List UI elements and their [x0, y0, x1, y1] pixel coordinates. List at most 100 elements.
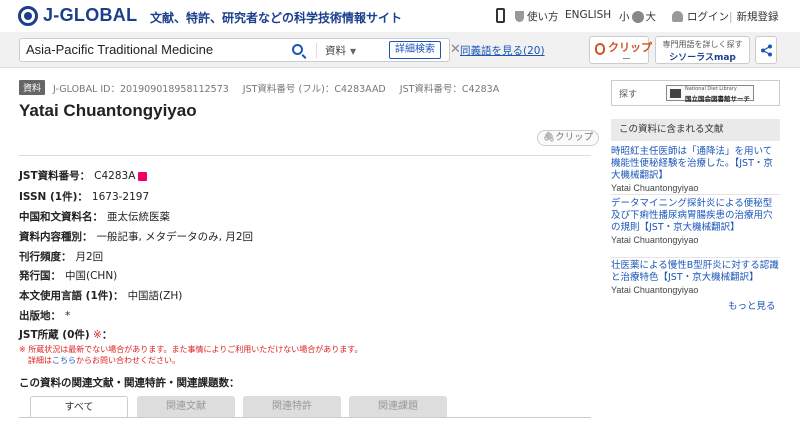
- more-link[interactable]: もっと見る: [728, 298, 776, 312]
- tab-related-projects[interactable]: 関連課題: [349, 396, 447, 418]
- logo-text: J-GLOBAL: [43, 5, 138, 25]
- field-value: 一般記事, メタデータのみ, 月2回: [96, 231, 254, 243]
- jglobal-id: J-GLOBAL ID：201909018958112573: [53, 83, 229, 95]
- clip-list-button[interactable]: クリップ ー: [589, 36, 652, 65]
- font-small-button[interactable]: 小: [619, 9, 630, 24]
- related-article-source: Yatai Chuantongyiyao: [611, 183, 699, 193]
- note-text: からお問い合わせください。: [76, 356, 180, 365]
- jst-full-number: JST資料番号 (フル)：C4283AAD: [242, 83, 386, 95]
- list-item: 時昭紅主任医師は「通降法」を用いて機能性便秘経験を治療した。【JST・京大機械翻…: [611, 146, 780, 193]
- site-tagline: 文献、特許、研究者などの科学技術情報サイト: [150, 11, 403, 25]
- clip-button-label: クリップ: [555, 132, 594, 143]
- field-content-type: 資料内容種別： 一般記事, メタデータのみ, 月2回: [19, 229, 253, 244]
- category-select[interactable]: 資料 ▼: [325, 43, 356, 58]
- field-language: 本文使用言語 (1件)： 中国語(ZH): [19, 288, 182, 303]
- ndl-search-box[interactable]: 探す National Diet Library 国立国会図書館サーチ: [611, 80, 780, 106]
- search-bar: 資料▼ 詳細検索 ✕ 同義語を見る(20) クリップ ー 専門用語を詳しく探す …: [0, 32, 800, 68]
- note-mark: ※: [93, 329, 102, 341]
- related-article-source: Yatai Chuantongyiyao: [611, 285, 699, 295]
- synonym-link[interactable]: 同義語を見る(20): [460, 43, 545, 58]
- field-value: 亜太伝統医薬: [107, 211, 170, 223]
- font-large-button[interactable]: 大: [646, 9, 657, 24]
- related-article-link[interactable]: データマイニング探針炎による便秘型及び下痢性播尿病胃腸疾患の治療用穴の規則【JS…: [611, 198, 780, 234]
- phone-icon: [496, 8, 505, 23]
- field-label: 刊行頻度：: [19, 251, 72, 263]
- search-box: 資料▼ 詳細検索 ✕: [19, 38, 461, 62]
- site-logo[interactable]: J-GLOBAL: [18, 5, 137, 26]
- search-icon[interactable]: [292, 44, 303, 55]
- user-icon: [672, 11, 683, 22]
- related-heading: この資料の関連文献・関連特許・関連課題数：: [19, 377, 240, 389]
- logo-icon: [18, 5, 38, 26]
- register-link[interactable]: 新規登録: [737, 9, 779, 24]
- tab-all[interactable]: すべて: [30, 396, 128, 418]
- note-line: ※ 所蔵状況は最新でない場合があります。また事情によりご利用いただけない場合があ…: [19, 345, 363, 354]
- field-value: ：: [101, 329, 113, 341]
- paperclip-icon: [595, 43, 605, 55]
- related-article-link[interactable]: 時昭紅主任医師は「通降法」を用いて機能性便秘経験を治療した。【JST・京大機械翻…: [611, 146, 780, 182]
- usage-label: 使い方: [527, 11, 559, 23]
- detail-search-button[interactable]: 詳細検索: [389, 41, 441, 59]
- holdings-note: ※ 所蔵状況は最新でない場合があります。また事情によりご利用いただけない場合があ…: [19, 344, 362, 366]
- ndl-label: 探す: [619, 90, 638, 100]
- record-meta: 資料 J-GLOBAL ID：201909018958112573 JST資料番…: [19, 80, 513, 95]
- ndl-logo: National Diet Library 国立国会図書館サーチ: [666, 85, 754, 103]
- login-link[interactable]: ログイン: [672, 9, 729, 24]
- thesaurus-subtitle: 専門用語を詳しく探す: [662, 40, 743, 49]
- tab-related-papers[interactable]: 関連文献: [137, 396, 235, 418]
- field-value: 中国(CHN): [65, 270, 118, 282]
- field-value: 月2回: [75, 251, 104, 263]
- thesaurus-map-button[interactable]: 専門用語を詳しく探す シソーラスmap: [655, 36, 750, 64]
- field-chinese-title: 中国和文資料名： 亜太伝統医薬: [19, 209, 170, 224]
- related-article-source: Yatai Chuantongyiyao: [611, 235, 699, 245]
- contact-link[interactable]: こちら: [52, 356, 76, 365]
- register-area: | 新規登録: [725, 9, 779, 24]
- mobile-button[interactable]: [496, 8, 505, 23]
- field-label: 資料内容種別：: [19, 231, 93, 243]
- clip-button[interactable]: 🖇クリップ: [537, 130, 600, 146]
- field-label: JST所蔵 (0件): [19, 329, 90, 341]
- note-text: 詳細は: [28, 356, 52, 365]
- field-label: 発行国：: [19, 270, 61, 282]
- field-jst-number: JST資料番号： C4283A: [19, 168, 148, 183]
- chevron-down-icon: ▼: [350, 47, 357, 56]
- field-value: 中国語(ZH): [127, 290, 183, 302]
- field-label: 本文使用言語 (1件)：: [19, 290, 124, 302]
- tab-related-patents[interactable]: 関連特許: [243, 396, 341, 418]
- search-icon[interactable]: [138, 171, 148, 181]
- ndl-logo-japanese: 国立国会図書館サーチ: [685, 95, 750, 103]
- english-link[interactable]: ENGLISH: [565, 9, 611, 21]
- jst-number: JST資料番号：C4283A: [399, 83, 500, 95]
- divider: [611, 257, 780, 258]
- usage-link[interactable]: 使い方: [515, 9, 559, 24]
- thesaurus-title: シソーラスmap: [669, 53, 736, 63]
- field-label: 中国和文資料名：: [19, 211, 103, 223]
- field-issn: ISSN (1件)： 1673-2197: [19, 189, 149, 204]
- page-title: Yatai Chuantongyiyao: [19, 101, 197, 120]
- search-input[interactable]: [26, 42, 296, 57]
- help-icon: [515, 11, 524, 22]
- field-label: ISSN (1件)：: [19, 191, 88, 203]
- library-icon: [670, 89, 681, 98]
- field-value: 1673-2197: [91, 191, 150, 203]
- related-article-link[interactable]: 壮医薬による慢性B型肝炎に対する認識と治療特色【JST・京大機械翻訳】: [611, 260, 780, 284]
- divider: [19, 155, 591, 156]
- note-line: 詳細はこちらからお問い合わせください。: [19, 355, 362, 366]
- category-value: 資料: [325, 45, 346, 57]
- share-icon: [761, 44, 772, 57]
- related-section-title: この資料に含まれる文献: [611, 119, 780, 141]
- field-publish-place: 出版地： *: [19, 308, 70, 323]
- list-item: データマイニング探針炎による便秘型及び下痢性播尿病胃腸疾患の治療用穴の規則【JS…: [611, 198, 780, 245]
- paperclip-icon: 🖇: [543, 132, 556, 143]
- share-button[interactable]: [755, 36, 777, 64]
- field-country: 発行国： 中国(CHN): [19, 268, 117, 283]
- font-size-icon: [631, 10, 644, 23]
- clip-count: ー: [622, 55, 632, 65]
- divider: [316, 43, 317, 58]
- login-label: ログイン: [687, 11, 729, 23]
- field-holdings: JST所蔵 (0件) ※：: [19, 327, 112, 342]
- field-label: 出版地：: [19, 310, 61, 322]
- field-frequency: 刊行頻度： 月2回: [19, 249, 103, 264]
- top-bar: J-GLOBAL 文献、特許、研究者などの科学技術情報サイト 使い方 ENGLI…: [0, 0, 800, 32]
- field-value: C4283A: [94, 170, 136, 182]
